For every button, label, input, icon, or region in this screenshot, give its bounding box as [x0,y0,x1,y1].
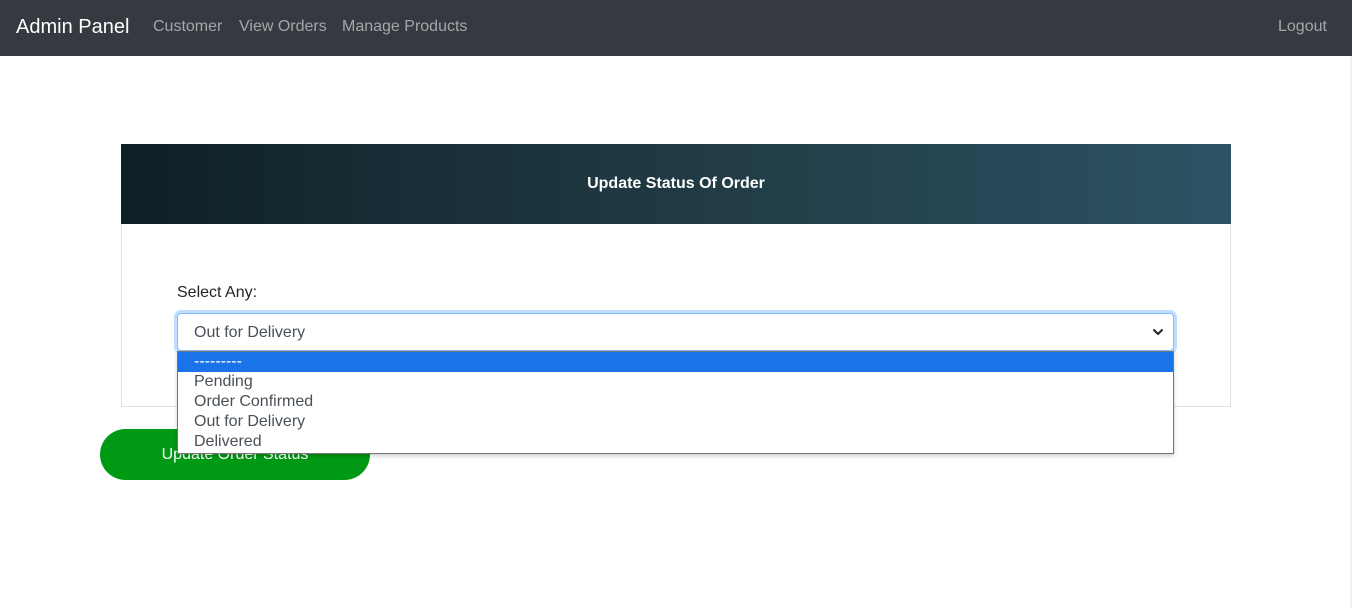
chevron-down-icon [1153,329,1163,335]
option-out-for-delivery[interactable]: Out for Delivery [178,412,1173,432]
select-current-value: Out for Delivery [194,324,306,341]
option-delivered[interactable]: Delivered [178,432,1173,452]
select-label: Select Any: [177,284,258,301]
nav-link-manage-products[interactable]: Manage Products [342,17,467,37]
brand-logo[interactable]: Admin Panel [16,15,129,39]
status-dropdown-list: --------- Pending Order Confirmed Out fo… [177,351,1174,454]
logout-link[interactable]: Logout [1278,17,1327,37]
option-pending[interactable]: Pending [178,372,1173,392]
status-select[interactable]: Out for Delivery [177,313,1174,351]
nav-link-view-orders[interactable]: View Orders [239,17,327,37]
top-navbar: Admin Panel Customer View Orders Manage … [0,0,1352,56]
card-header: Update Status Of Order [121,144,1231,224]
option-placeholder[interactable]: --------- [178,352,1173,372]
option-order-confirmed[interactable]: Order Confirmed [178,392,1173,412]
card-title: Update Status Of Order [587,175,765,192]
nav-link-customer[interactable]: Customer [153,17,222,37]
